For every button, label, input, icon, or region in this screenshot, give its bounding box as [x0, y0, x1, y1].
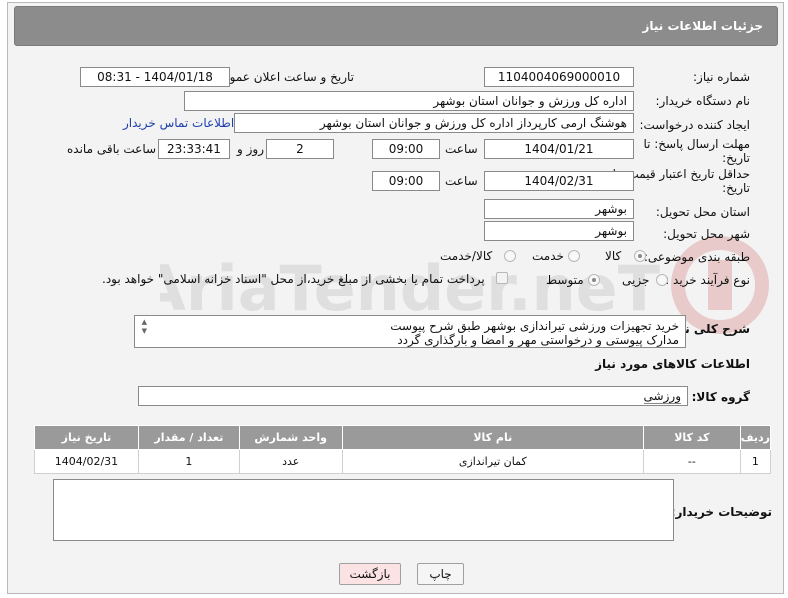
category-radio-goods[interactable] — [634, 250, 646, 262]
page-title: جزئیات اطلاعات نیاز — [642, 19, 763, 33]
cell-qty: 1 — [137, 449, 240, 474]
goods-section-title: اطلاعات کالاهای مورد نیاز — [595, 357, 750, 371]
col-index: ردیف — [739, 425, 772, 450]
description-line-1: خرید تجهیزات ورزشی تیراندازی بوشهر طبق ش… — [390, 319, 679, 333]
buyer-contact-link[interactable]: اطلاعات تماس خریدار — [123, 116, 234, 130]
buyer-org-field: اداره کل ورزش و جوانان استان بوشهر — [184, 91, 634, 111]
validity-time-label: ساعت — [445, 174, 478, 188]
col-unit: واحد شمارش — [238, 425, 343, 450]
remaining-time-field: 23:33:41 — [158, 139, 230, 159]
remaining-label: ساعت باقی مانده — [67, 142, 157, 156]
announce-label: تاریخ و ساعت اعلان عمومی: — [209, 70, 354, 84]
validity-time-field: 09:00 — [372, 171, 440, 191]
process-label: نوع فرآیند خرید : — [665, 273, 750, 287]
table-row: 1 -- کمان تیراندازی عدد 1 1404/02/31 — [34, 449, 772, 474]
description-textarea[interactable]: خرید تجهیزات ورزشی تیراندازی بوشهر طبق ش… — [134, 315, 686, 348]
goods-group-field: ورزشی — [138, 386, 688, 406]
cell-name: کمان تیراندازی — [341, 449, 644, 474]
process-radio-medium[interactable] — [588, 274, 600, 286]
city-field: بوشهر — [484, 221, 634, 241]
reply-time-label: ساعت — [445, 142, 478, 156]
reply-time-field: 09:00 — [372, 139, 440, 159]
process-radio-minor[interactable] — [656, 274, 668, 286]
payment-note: پرداخت تمام یا بخشی از مبلغ خرید،از محل … — [102, 272, 485, 286]
requester-field: هوشنگ ارمی کارپرداز اداره کل ورزش و جوان… — [234, 113, 634, 133]
description-scrollbar[interactable]: ▲ ▼ — [137, 318, 147, 345]
cell-code: -- — [642, 449, 741, 474]
days-label: روز و — [237, 142, 264, 156]
announce-field: 1404/01/18 - 08:31 — [80, 67, 230, 87]
goods-group-label: گروه کالا: — [691, 390, 750, 404]
category-radio-service[interactable] — [568, 250, 580, 262]
buyer-notes-label: توضیحات خریدار: — [670, 505, 772, 519]
province-field: بوشهر — [484, 199, 634, 219]
requester-label: ایجاد کننده درخواست: — [639, 118, 750, 132]
scroll-up-icon[interactable]: ▲ — [137, 318, 147, 327]
treasury-checkbox[interactable] — [496, 272, 508, 284]
category-radio-goods-service[interactable] — [504, 250, 516, 262]
category-label: طبقه بندی موضوعی: — [643, 250, 750, 264]
city-label: شهر محل تحویل: — [663, 227, 750, 241]
days-field: 2 — [266, 139, 334, 159]
goods-group-value: ورزشی — [643, 389, 681, 404]
process-option-minor: جزیی — [622, 273, 650, 287]
goods-table: ردیف کد کالا نام کالا واحد شمارش تعداد /… — [34, 425, 772, 474]
col-name: نام کالا — [341, 425, 644, 450]
cell-index: 1 — [739, 449, 772, 474]
col-date: تاریخ نیاز — [34, 425, 139, 450]
description-line-2: مدارک پیوستی و درخواستی مهر و امضا و بار… — [397, 333, 679, 347]
back-button[interactable]: بازگشت — [339, 563, 401, 585]
title-bar: جزئیات اطلاعات نیاز — [14, 6, 778, 46]
scroll-down-icon[interactable]: ▼ — [137, 327, 147, 336]
cell-date: 1404/02/31 — [34, 449, 139, 474]
cell-unit: عدد — [238, 449, 343, 474]
province-label: استان محل تحویل: — [655, 205, 750, 219]
category-option-goods-service: کالا/خدمت — [440, 249, 493, 263]
col-qty: تعداد / مقدار — [137, 425, 240, 450]
buyer-org-label: نام دستگاه خریدار: — [655, 94, 751, 108]
category-option-service: خدمت — [532, 249, 564, 263]
col-code: کد کالا — [642, 425, 741, 450]
buyer-notes-textarea[interactable] — [53, 479, 674, 541]
need-number-field: 1104004069000010 — [484, 67, 634, 87]
print-button[interactable]: چاپ — [417, 563, 464, 585]
validity-date-field: 1404/02/31 — [484, 171, 634, 191]
reply-date-field: 1404/01/21 — [484, 139, 634, 159]
need-number-label: شماره نیاز: — [693, 70, 750, 84]
category-option-goods: کالا — [605, 249, 622, 263]
goods-table-header: ردیف کد کالا نام کالا واحد شمارش تعداد /… — [34, 425, 772, 450]
process-option-medium: متوسط — [546, 273, 584, 287]
reply-deadline-label: مهلت ارسال پاسخ: تا تاریخ: — [643, 137, 750, 165]
